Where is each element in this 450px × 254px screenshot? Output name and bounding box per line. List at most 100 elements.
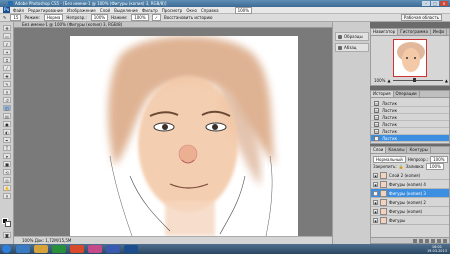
minimize-button[interactable]: – <box>422 1 430 6</box>
taskbar-browser-icon[interactable] <box>70 245 84 253</box>
clone-stamp-tool-icon[interactable]: ⚲ <box>3 89 11 95</box>
quick-mask-icon[interactable]: ◙ <box>3 232 11 238</box>
healing-brush-tool-icon[interactable]: ✚ <box>3 73 11 79</box>
taskbar-app-icon[interactable] <box>106 245 120 253</box>
zoom-tool-icon[interactable]: ⚲ <box>3 193 11 199</box>
path-selection-tool-icon[interactable]: ➤ <box>3 153 11 159</box>
brush-size-picker[interactable]: 15 <box>10 14 22 21</box>
menu-window[interactable]: Окно <box>186 8 197 13</box>
zoom-slider-knob[interactable] <box>412 78 416 82</box>
opacity-input[interactable]: 100% <box>90 14 109 21</box>
tab-channels[interactable]: Каналы <box>386 147 408 153</box>
marquee-tool-icon[interactable]: ▭ <box>3 33 11 39</box>
new-layer-icon[interactable] <box>437 238 441 243</box>
zoom-in-icon[interactable]: ▲ <box>445 78 448 83</box>
taskbar-media-icon[interactable] <box>52 245 66 253</box>
navigator-zoom-value[interactable]: 100% <box>374 78 385 83</box>
3d-rotate-tool-icon[interactable]: ⟲ <box>3 169 11 175</box>
tab-layers[interactable]: Слои <box>371 147 387 153</box>
system-clock[interactable]: 16:01 19.03.2013 <box>427 245 447 253</box>
layer-row[interactable]: ◉ Фигуры (копия) 2 <box>371 198 449 207</box>
start-button[interactable] <box>2 245 11 253</box>
menu-layer[interactable]: Слой <box>100 8 110 13</box>
layer-row[interactable]: ◉ Фигуры (копия) <box>371 207 449 216</box>
history-brush-tool-icon[interactable]: ↺ <box>3 97 11 103</box>
new-group-icon[interactable] <box>431 238 435 243</box>
menu-file[interactable]: Файл <box>13 8 24 13</box>
tab-paths[interactable]: Контуры <box>407 147 431 153</box>
menu-image[interactable]: Изображение <box>67 8 96 13</box>
maximize-button[interactable]: □ <box>431 1 439 6</box>
history-checkbox[interactable]: ✓ <box>151 14 161 21</box>
layer-style-icon[interactable] <box>419 238 423 243</box>
eyedropper-tool-icon[interactable]: ⁄ <box>3 65 11 71</box>
magic-wand-tool-icon[interactable]: ✶ <box>3 49 11 55</box>
taskbar-photoshop-icon[interactable] <box>124 245 138 253</box>
shape-tool-icon[interactable]: ■ <box>3 161 11 167</box>
tab-actions[interactable]: Операции <box>394 91 420 97</box>
mask-icon[interactable] <box>425 238 429 243</box>
lock-icon[interactable]: 🔒 <box>399 164 404 169</box>
layer-opacity-input[interactable]: 100% <box>430 155 448 163</box>
layer-row[interactable]: ◉ Слой 2 (копия) <box>371 171 449 180</box>
blend-mode-select[interactable]: Нормальный <box>373 155 406 163</box>
menu-edit[interactable]: Редактирование <box>28 8 63 13</box>
menu-filter[interactable]: Фильтр <box>142 8 158 13</box>
fill-input[interactable]: 100% <box>426 162 444 170</box>
eye-icon[interactable]: ◉ <box>373 208 378 214</box>
eye-icon[interactable]: ◉ <box>373 181 378 187</box>
brush-tool-icon[interactable]: ✎ <box>3 81 11 87</box>
link-layers-icon[interactable] <box>413 238 417 243</box>
history-step[interactable]: ◫ Ластик <box>371 107 449 114</box>
eraser-tool-icon[interactable]: ✎ <box>3 15 6 20</box>
tab-histogram[interactable]: Гистограмма <box>398 29 431 35</box>
3d-camera-tool-icon[interactable]: ◎ <box>3 177 11 183</box>
tab-history[interactable]: История <box>371 91 394 97</box>
blur-tool-icon[interactable]: ● <box>3 121 11 127</box>
canvas-area[interactable] <box>14 28 332 236</box>
move-tool-icon[interactable]: ✥ <box>3 25 11 31</box>
crop-tool-icon[interactable]: ⌗ <box>3 57 11 63</box>
collapsed-panel-strip: Образцы Абзац <box>332 22 370 244</box>
eye-icon[interactable]: ◉ <box>373 172 378 178</box>
type-tool-icon[interactable]: T <box>3 145 11 151</box>
workspace-switcher[interactable]: Рабочая область <box>400 14 442 21</box>
eye-icon[interactable]: ◉ <box>373 199 378 205</box>
layer-row-selected[interactable]: ◉ Фигуры (копия) 3 <box>371 189 449 198</box>
menu-help[interactable]: Справка <box>201 8 219 13</box>
layer-row[interactable]: ◉ Фигуры <box>371 216 449 225</box>
lasso-tool-icon[interactable]: ℓ <box>3 41 11 47</box>
document-canvas[interactable] <box>70 36 298 236</box>
taskbar-ie-icon[interactable] <box>16 245 30 253</box>
eye-icon[interactable]: ◉ <box>373 217 378 223</box>
menu-view[interactable]: Просмотр <box>162 8 183 13</box>
trash-icon[interactable] <box>443 238 447 243</box>
background-color-swatch[interactable] <box>5 221 11 227</box>
tab-navigator[interactable]: Навигатор <box>371 29 399 35</box>
layer-row[interactable]: ◉ Фигуры (копия) 4 <box>371 180 449 189</box>
history-step-current[interactable]: ◫ Ластик <box>371 135 449 142</box>
mode-select[interactable]: Норма <box>43 14 64 21</box>
taskbar-app-icon[interactable] <box>88 245 102 253</box>
flow-input[interactable]: 100% <box>131 14 149 21</box>
history-step[interactable]: ◫ Ластик <box>371 128 449 135</box>
hand-tool-icon[interactable]: ✋ <box>3 185 11 191</box>
swatches-panel-button[interactable]: Образцы <box>335 32 369 41</box>
eraser-tool-icon[interactable]: ◫ <box>3 105 11 111</box>
pen-tool-icon[interactable]: ✒ <box>3 137 11 143</box>
history-step[interactable]: ◫ Ластик <box>371 121 449 128</box>
zoom-slider[interactable] <box>392 78 443 82</box>
menu-select[interactable]: Выделение <box>114 8 138 13</box>
taskbar-explorer-icon[interactable] <box>34 245 48 253</box>
eye-icon[interactable]: ◉ <box>373 190 378 196</box>
paragraph-panel-button[interactable]: Абзац <box>335 43 369 52</box>
gradient-tool-icon[interactable]: ▤ <box>3 113 11 119</box>
tab-info[interactable]: Инфо <box>431 29 448 35</box>
dodge-tool-icon[interactable]: ◐ <box>3 129 11 135</box>
close-button[interactable]: × <box>440 1 448 6</box>
zoom-level[interactable]: 100% <box>234 6 253 14</box>
navigator-thumbnail[interactable] <box>393 39 427 77</box>
history-step[interactable]: ◫ Ластик <box>371 100 449 107</box>
zoom-out-icon[interactable]: ▲ <box>387 78 390 83</box>
history-step[interactable]: ◫ Ластик <box>371 114 449 121</box>
